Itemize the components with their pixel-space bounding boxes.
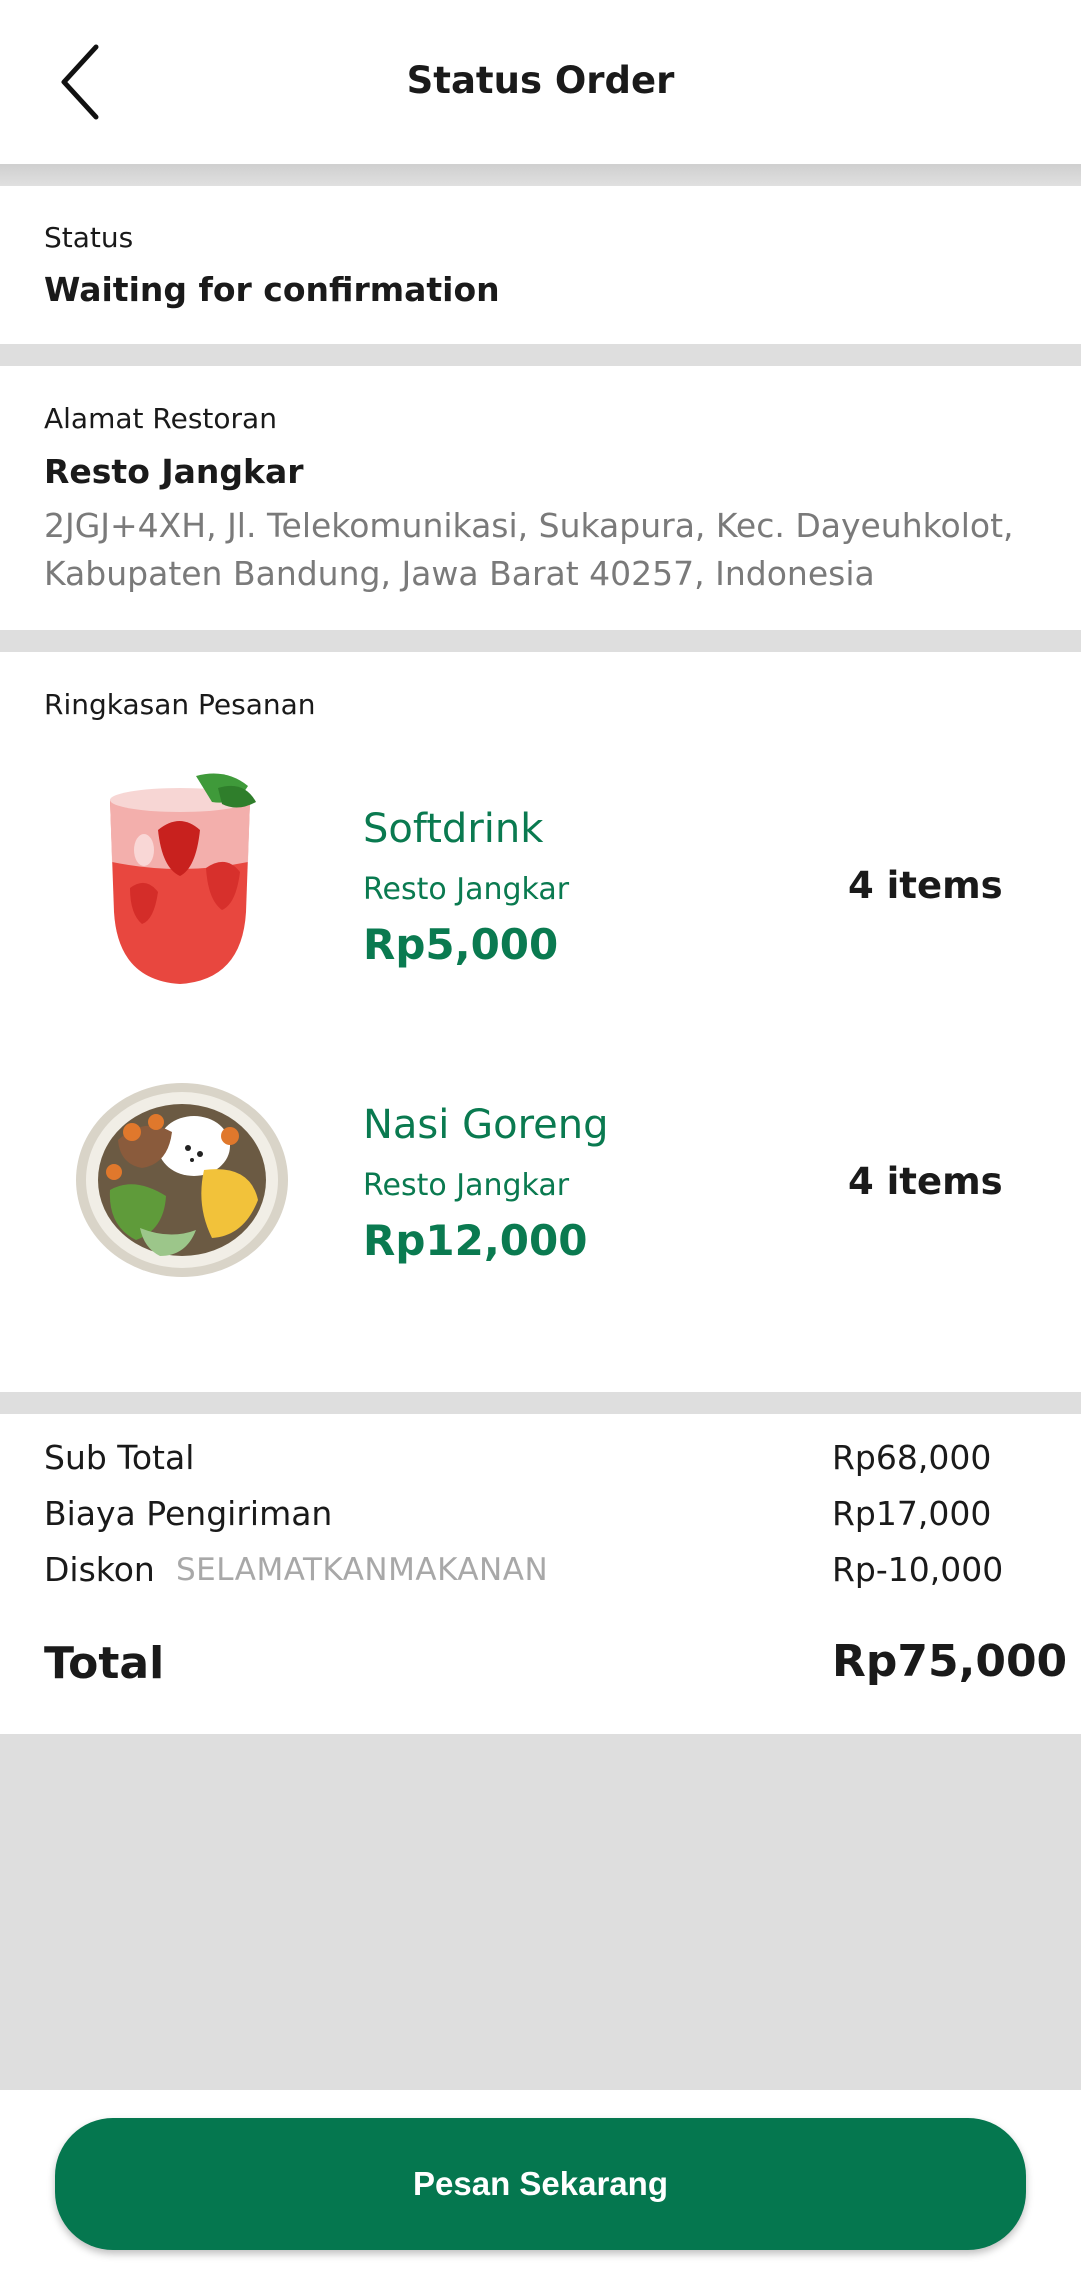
strawberry-drink-image [110,773,256,984]
header-shadow [0,164,1081,186]
order-summary-label: Ringkasan Pesanan [44,688,316,721]
order-now-button[interactable]: Pesan Sekarang [55,2118,1026,2250]
item-price: Rp5,000 [363,920,559,969]
status-section: Status Waiting for confirmation [0,186,1081,344]
status-label: Status [44,221,134,254]
subtotal-value: Rp68,000 [832,1438,992,1477]
empty-area [0,1734,1081,2090]
item-restaurant: Resto Jangkar [363,872,570,907]
payment-summary-section: Sub Total Rp68,000 Biaya Pengiriman Rp17… [0,1414,1081,1734]
restaurant-section: Alamat Restoran Resto Jangkar 2JGJ+4XH, … [0,366,1081,630]
total-label: Total [44,1638,165,1689]
divider [0,630,1081,652]
order-summary-section: Ringkasan Pesanan Softdrink Resto Jangka… [0,652,1081,1392]
item-quantity: 4 items [848,864,1003,907]
delivery-fee-label: Biaya Pengiriman [44,1494,333,1533]
item-price: Rp12,000 [363,1216,588,1265]
item-quantity: 4 items [848,1160,1003,1203]
item-restaurant: Resto Jangkar [363,1168,570,1203]
divider [0,344,1081,366]
discount-value: Rp-10,000 [832,1550,1004,1589]
item-name: Nasi Goreng [363,1102,609,1148]
divider [0,1392,1081,1414]
back-button[interactable] [44,36,116,128]
page-title: Status Order [406,58,675,102]
status-value: Waiting for confirmation [44,270,500,309]
restaurant-address-line: 2JGJ+4XH, Jl. Telekomunikasi, Sukapura, … [44,506,1014,545]
item-name: Softdrink [363,806,544,852]
restaurant-address-label: Alamat Restoran [44,402,277,435]
app-header: Status Order [0,0,1081,164]
subtotal-label: Sub Total [44,1438,195,1477]
rice-bowl-image [76,1083,288,1277]
delivery-fee-value: Rp17,000 [832,1494,992,1533]
promo-code: SELAMATKANMAKANAN [176,1552,549,1588]
discount-label: Diskon [44,1550,155,1589]
total-value: Rp75,000 [832,1636,1068,1687]
chevron-left-icon [61,44,99,120]
restaurant-name: Resto Jangkar [44,452,304,491]
restaurant-address-line: Kabupaten Bandung, Jawa Barat 40257, Ind… [44,554,875,593]
